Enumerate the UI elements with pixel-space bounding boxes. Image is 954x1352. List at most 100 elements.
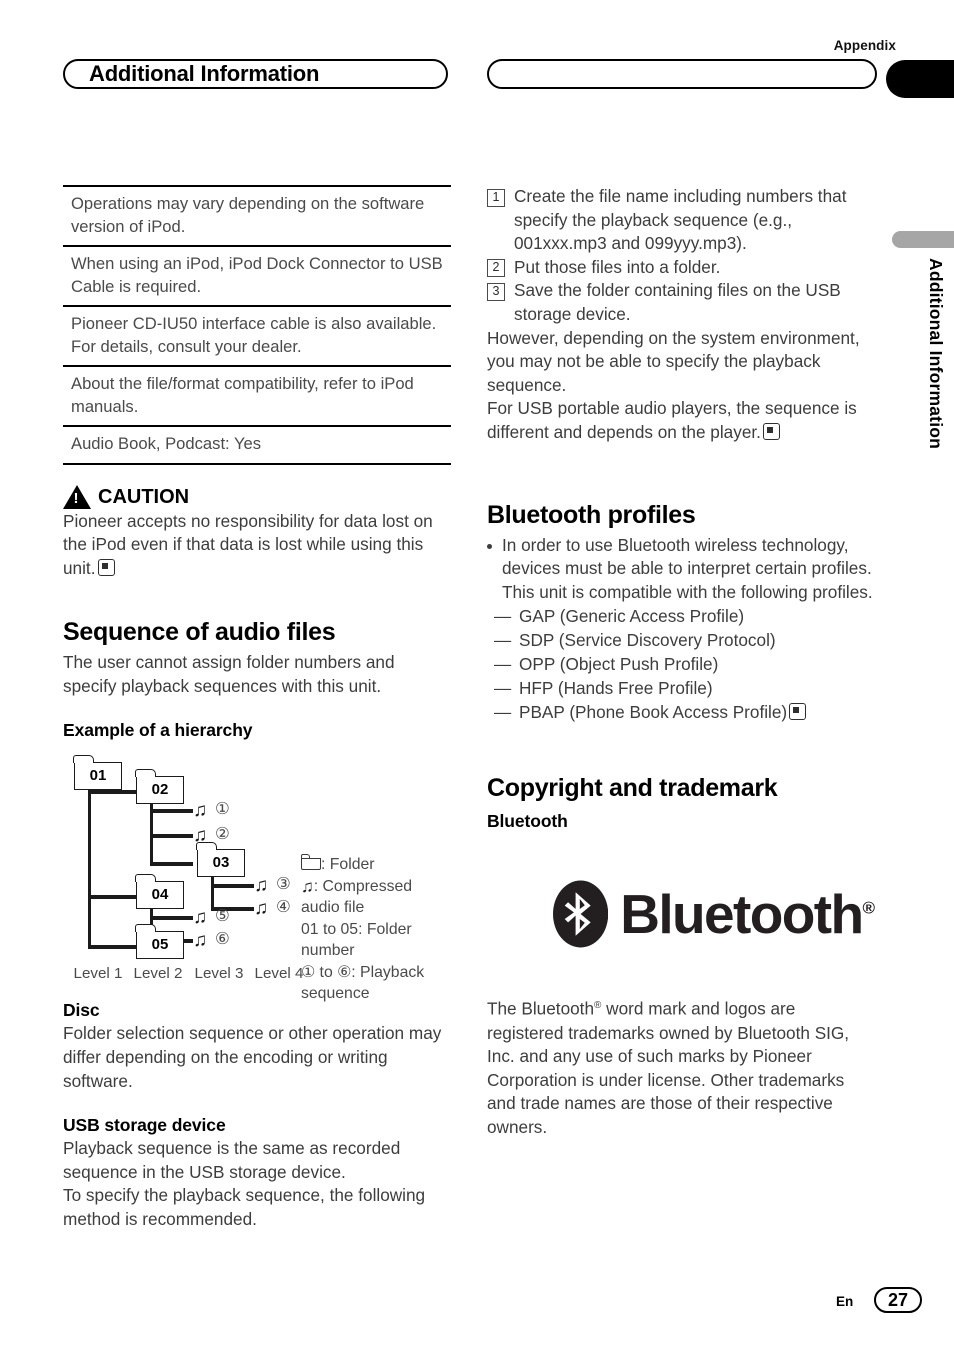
music-note-icon: ♫ <box>193 907 208 929</box>
step-number: 1 <box>487 188 505 207</box>
legend-playback-sequence: ① to ⑥: Playback sequence <box>301 963 425 1003</box>
bluetooth-logo: Bluetooth® <box>553 874 875 954</box>
music-note-icon: ♫ <box>193 825 208 847</box>
profile-label: GAP (Generic Access Profile) <box>519 606 745 627</box>
left-column: Operations may vary depending on the sof… <box>63 185 451 1232</box>
dash-icon: — <box>494 702 512 723</box>
folder-node-03: 03 <box>196 842 245 878</box>
registered-mark: ® <box>862 898 875 918</box>
usb-section-text-1: Playback sequence is the same as recorde… <box>63 1138 401 1182</box>
hierarchy-example-title: Example of a hierarchy <box>63 720 253 741</box>
trademark-text-part-1: The Bluetooth <box>487 999 595 1020</box>
bluetooth-wordmark-text: Bluetooth <box>620 882 864 945</box>
step-text: Create the file name including numbers t… <box>514 186 847 254</box>
usb-section-text-2: To specify the playback sequence, the fo… <box>63 1185 426 1230</box>
playback-seq-6: ⑥ <box>215 930 230 949</box>
hierarchy-diagram: 01 02 03 04 05 ♫ ① ♫ ② ♫ ③ ♫ ④ ♫ ⑤ ♫ ⑥ L… <box>63 747 451 1002</box>
disc-section-text: Folder selection sequence or other opera… <box>63 1023 442 1091</box>
list-item: — OPP (Object Push Profile) <box>487 652 875 676</box>
step-number: 3 <box>487 282 505 301</box>
trademark-text-part-2: word mark and logos are registered trade… <box>487 999 850 1138</box>
step-text: Save the folder containing files on the … <box>514 280 841 324</box>
table-row: Operations may vary depending on the sof… <box>63 187 451 247</box>
bluetooth-profiles-bullet: In order to use Bluetooth wireless techn… <box>487 534 875 605</box>
profile-label: OPP (Object Push Profile) <box>519 654 719 675</box>
legend-compressed-text: : Compressed audio file <box>301 877 413 917</box>
appendix-label: Appendix <box>833 38 896 53</box>
end-of-section-marker-icon <box>789 703 807 721</box>
list-item: — SDP (Service Discovery Protocol) <box>487 628 875 652</box>
caution-label: CAUTION <box>98 485 190 508</box>
side-tab-marker <box>892 231 954 248</box>
side-tab-label: Additional Information <box>926 258 946 450</box>
tree-branch-line <box>150 862 193 866</box>
folder-node-02: 02 <box>135 769 184 805</box>
caution-body: Pioneer accepts no responsibility for da… <box>63 510 433 578</box>
diagram-legend: : Folder ♫: Compressed audio file 01 to … <box>300 854 451 1005</box>
folder-icon <box>300 854 321 871</box>
profile-label: HFP (Hands Free Profile) <box>519 678 713 699</box>
bluetooth-mark-icon <box>553 880 609 948</box>
music-note-icon: ♫ <box>193 930 208 952</box>
bluetooth-profiles-list: — GAP (Generic Access Profile) — SDP (Serv… <box>487 604 875 724</box>
profile-label: PBAP (Phone Book Access Profile) <box>519 702 788 723</box>
caution-text: Pioneer accepts no responsibility for da… <box>63 510 451 581</box>
warning-triangle-icon <box>63 484 91 509</box>
dash-icon: — <box>494 606 512 627</box>
table-row: About the file/format compatibility, ref… <box>63 367 451 427</box>
legend-folder-number: 01 to 05: Folder number <box>301 920 412 960</box>
tree-branch-line <box>150 916 193 920</box>
step-number: 2 <box>487 259 505 278</box>
playback-seq-3: ③ <box>276 875 291 894</box>
tree-trunk-line <box>88 775 92 949</box>
list-item: 3 Save the folder containing files on th… <box>487 279 875 326</box>
playback-seq-2: ② <box>215 825 230 844</box>
bluetooth-profiles-bullet-text: In order to use Bluetooth wireless techn… <box>502 534 873 602</box>
table-row: Pioneer CD-IU50 interface cable is also … <box>63 307 451 367</box>
chapter-title-pill: Additional Information <box>63 59 448 89</box>
level-label-1: Level 1 <box>73 965 123 983</box>
level-label-3: Level 3 <box>194 965 244 983</box>
music-note-icon: ♫ <box>301 876 314 896</box>
table-row: Audio Book, Podcast: Yes <box>63 427 451 465</box>
copyright-section-title: Copyright and trademark <box>487 774 778 803</box>
playback-seq-1: ① <box>215 800 230 819</box>
page-title: Additional Information <box>89 61 320 86</box>
trademark-text: The Bluetooth® word mark and logos are r… <box>487 994 875 1139</box>
folder-node-05: 05 <box>135 924 184 960</box>
dash-icon: — <box>494 630 512 651</box>
sequence-section-title: Sequence of audio files <box>63 618 336 647</box>
tree-trunk-line <box>211 877 215 911</box>
after-steps-note-2: For USB portable audio players, the sequ… <box>487 397 875 444</box>
legend-folder-text: : Folder <box>321 856 375 874</box>
profile-label: SDP (Service Discovery Protocol) <box>519 630 776 651</box>
list-item: — HFP (Hands Free Profile) <box>487 676 875 700</box>
right-column: 1 Create the file name including numbers… <box>487 185 875 1140</box>
after-steps-note-2-text: For USB portable audio players, the sequ… <box>487 398 857 442</box>
folder-node-04: 04 <box>135 874 184 910</box>
tree-branch-line <box>150 834 193 838</box>
bullet-icon <box>487 543 492 549</box>
end-of-section-marker-icon <box>762 422 780 440</box>
list-item: — GAP (Generic Access Profile) <box>487 604 875 628</box>
bluetooth-wordmark: Bluetooth® <box>620 886 875 942</box>
tree-branch-line <box>211 884 254 888</box>
dash-icon: — <box>494 654 512 675</box>
end-of-section-marker-icon <box>97 558 115 576</box>
dash-icon: — <box>494 678 512 699</box>
chapter-thumb-tab <box>886 60 954 98</box>
bluetooth-profiles-title: Bluetooth profiles <box>487 500 696 529</box>
tree-branch-line <box>150 809 193 813</box>
level-label-2: Level 2 <box>133 965 183 983</box>
music-note-icon: ♫ <box>193 800 208 822</box>
list-item: 1 Create the file name including numbers… <box>487 185 875 256</box>
usb-section-title: USB storage device <box>63 1115 226 1136</box>
playback-seq-4: ④ <box>276 898 291 917</box>
list-item: 2 Put those files into a folder. <box>487 256 875 280</box>
playback-seq-5: ⑤ <box>215 907 230 926</box>
table-row: When using an iPod, iPod Dock Connector … <box>63 247 451 307</box>
ipod-spec-table: Operations may vary depending on the sof… <box>63 185 451 465</box>
step-text: Put those files into a folder. <box>514 256 721 277</box>
footer-language: En <box>836 1294 854 1309</box>
legend-folder-row: : Folder <box>300 854 451 876</box>
